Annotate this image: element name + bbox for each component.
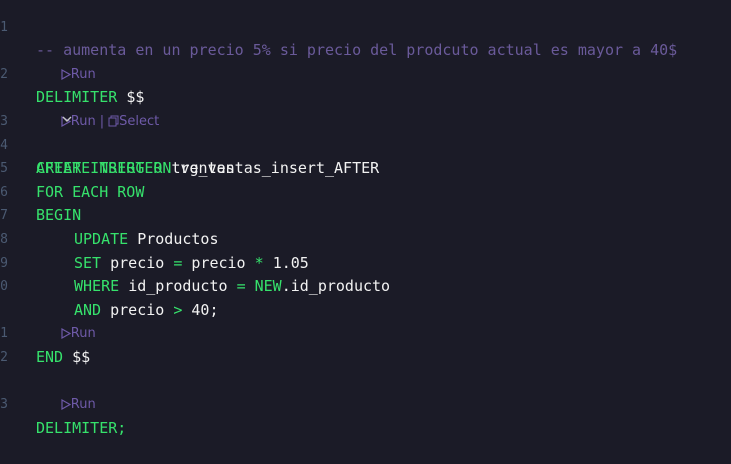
codelens-row: Run | Select xyxy=(0,63,731,129)
code-line: 0 AND precio > 40; xyxy=(0,252,731,319)
line-number: 3 xyxy=(0,397,8,413)
code-line: 8 SET precio = precio * 1.05 xyxy=(0,204,731,272)
code-line: 6 BEGIN xyxy=(0,157,731,225)
code-line: 4 AFTER INSERT ON ventas xyxy=(0,110,731,178)
codelens-run-label: Run xyxy=(70,397,96,413)
code-line: 2 DELIMITER $$ xyxy=(0,39,731,107)
code-line: 3 CREATE TRIGGER trg_ventas_insert_AFTER xyxy=(0,86,731,177)
run-icon xyxy=(61,399,71,411)
code-line: 2 xyxy=(0,322,731,365)
code-line: 3 DELIMITER; xyxy=(0,370,731,437)
code-line: 1 -- aumenta en un precio 5% si precio d… xyxy=(0,0,731,60)
code-editor[interactable]: 1 -- aumenta en un precio 5% si precio d… xyxy=(0,0,731,437)
codelens-row: Run xyxy=(0,16,731,82)
code-line: 5 FOR EACH ROW xyxy=(0,134,731,201)
codelens-row: Run xyxy=(0,346,731,412)
codelens-row: Run xyxy=(0,275,731,341)
code-line: 9 WHERE id_producto = NEW.id_producto xyxy=(0,228,731,296)
keyword: DELIMITER; xyxy=(36,418,127,437)
code-line: 1 END $$ xyxy=(0,299,731,366)
code-line: 7 UPDATE Productos xyxy=(0,181,731,248)
